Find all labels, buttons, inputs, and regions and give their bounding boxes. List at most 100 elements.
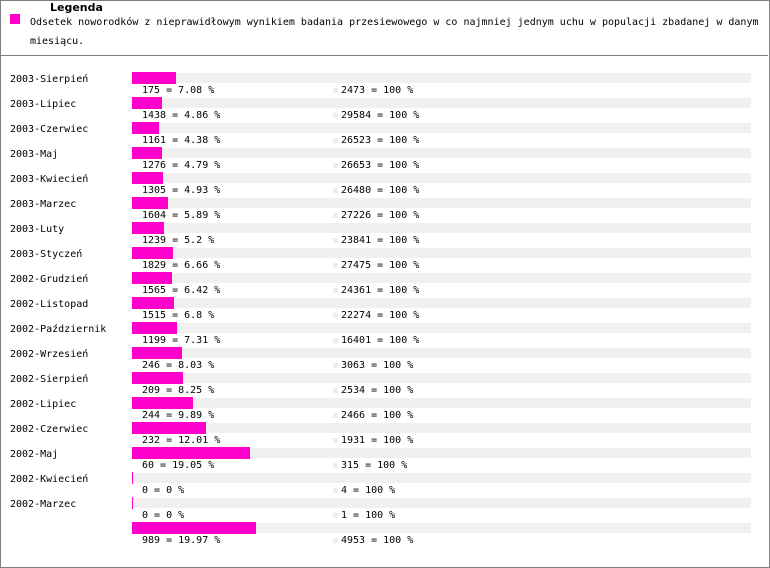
category-label: 2002-Październik bbox=[10, 324, 107, 335]
legend: Legenda Odsetek noworodków z nieprawidło… bbox=[0, 0, 768, 56]
total-label: 26523 = 100 % bbox=[341, 135, 420, 146]
bar bbox=[132, 247, 173, 259]
category-label: 2003-Styczeń bbox=[10, 249, 83, 260]
bar bbox=[132, 447, 250, 459]
bar-track bbox=[132, 98, 751, 108]
data-label: 0 = 0 % bbox=[142, 510, 185, 521]
data-label: 1438 = 4.86 % bbox=[142, 110, 221, 121]
total-marker bbox=[333, 213, 338, 218]
category-label: 2003-Marzec bbox=[10, 199, 77, 210]
data-label: 209 = 8.25 % bbox=[142, 385, 215, 396]
total-marker bbox=[333, 188, 338, 193]
total-label: 27475 = 100 % bbox=[341, 260, 420, 271]
total-label: 24361 = 100 % bbox=[341, 285, 420, 296]
bar-track bbox=[132, 373, 751, 383]
category-label: 2003-Czerwiec bbox=[10, 124, 89, 135]
total-marker bbox=[333, 438, 338, 443]
total-marker bbox=[333, 113, 338, 118]
category-label: 2002-Kwiecień bbox=[10, 474, 89, 485]
total-marker bbox=[333, 263, 338, 268]
total-label: 26653 = 100 % bbox=[341, 160, 420, 171]
bar bbox=[132, 97, 162, 109]
bar bbox=[132, 197, 168, 209]
data-label: 246 = 8.03 % bbox=[142, 360, 215, 371]
data-label: 1276 = 4.79 % bbox=[142, 160, 221, 171]
bar-track bbox=[132, 298, 751, 308]
data-label: 244 = 9.89 % bbox=[142, 410, 215, 421]
legend-text: Odsetek noworodków z nieprawidłowym wyni… bbox=[30, 17, 759, 47]
category-label: 2002-Grudzień bbox=[10, 274, 89, 285]
bar bbox=[132, 322, 177, 334]
category-label: 2003-Lipiec bbox=[10, 99, 77, 110]
bar-track bbox=[132, 73, 751, 83]
category-label: 2003-Maj bbox=[10, 149, 59, 160]
bar-track bbox=[132, 198, 751, 208]
bar-track bbox=[132, 498, 751, 508]
total-label: 2466 = 100 % bbox=[341, 410, 414, 421]
category-label: 2002-Maj bbox=[10, 449, 59, 460]
total-label: 22274 = 100 % bbox=[341, 310, 420, 321]
bar bbox=[132, 297, 174, 309]
bar bbox=[132, 497, 133, 509]
bar bbox=[132, 472, 133, 484]
data-label: 989 = 19.97 % bbox=[142, 535, 221, 546]
category-label: 2003-Sierpień bbox=[10, 74, 89, 85]
data-label: 175 = 7.08 % bbox=[142, 85, 215, 96]
bar bbox=[132, 372, 183, 384]
category-label: 2003-Kwiecień bbox=[10, 174, 89, 185]
total-marker bbox=[333, 538, 338, 543]
total-marker bbox=[333, 388, 338, 393]
total-label: 3063 = 100 % bbox=[341, 360, 414, 371]
bar-track bbox=[132, 348, 751, 358]
data-label: 1161 = 4.38 % bbox=[142, 135, 221, 146]
category-label: 2002-Listopad bbox=[10, 299, 89, 310]
total-marker bbox=[333, 138, 338, 143]
total-marker bbox=[333, 163, 338, 168]
total-label: 29584 = 100 % bbox=[341, 110, 420, 121]
data-label: 1829 = 6.66 % bbox=[142, 260, 221, 271]
data-label: 1305 = 4.93 % bbox=[142, 185, 221, 196]
category-label: 2002-Lipiec bbox=[10, 399, 77, 410]
bar bbox=[132, 347, 182, 359]
bar-track bbox=[132, 248, 751, 258]
total-marker bbox=[333, 88, 338, 93]
total-marker bbox=[333, 313, 338, 318]
total-label: 2473 = 100 % bbox=[341, 85, 414, 96]
bar-track bbox=[132, 323, 751, 333]
total-label: 4 = 100 % bbox=[341, 485, 396, 496]
total-marker bbox=[333, 488, 338, 493]
bar bbox=[132, 122, 159, 134]
bar bbox=[132, 397, 193, 409]
bar bbox=[132, 72, 176, 84]
bar bbox=[132, 147, 162, 159]
total-marker bbox=[333, 288, 338, 293]
data-label: 1565 = 6.42 % bbox=[142, 285, 221, 296]
data-label: 1604 = 5.89 % bbox=[142, 210, 221, 221]
bar bbox=[132, 422, 206, 434]
data-label: 60 = 19.05 % bbox=[142, 460, 215, 471]
total-label: 26480 = 100 % bbox=[341, 185, 420, 196]
legend-swatch bbox=[10, 14, 20, 24]
total-label: 16401 = 100 % bbox=[341, 335, 420, 346]
total-label: 1931 = 100 % bbox=[341, 435, 414, 446]
data-label: 0 = 0 % bbox=[142, 485, 185, 496]
category-label: 2002-Czerwiec bbox=[10, 424, 89, 435]
bar-track bbox=[132, 398, 751, 408]
total-label: 2534 = 100 % bbox=[341, 385, 414, 396]
bar bbox=[132, 272, 172, 284]
total-marker bbox=[333, 413, 338, 418]
bar-track bbox=[132, 223, 751, 233]
total-marker bbox=[333, 338, 338, 343]
bar-track bbox=[132, 123, 751, 133]
bar bbox=[132, 222, 164, 234]
category-label: 2003-Luty bbox=[10, 224, 65, 235]
total-label: 315 = 100 % bbox=[341, 460, 408, 471]
total-label: 23841 = 100 % bbox=[341, 235, 420, 246]
total-marker bbox=[333, 463, 338, 468]
data-label: 1515 = 6.8 % bbox=[142, 310, 215, 321]
category-label: 2002-Wrzesień bbox=[10, 349, 89, 360]
bar-track bbox=[132, 148, 751, 158]
total-marker bbox=[333, 363, 338, 368]
category-label: 2002-Sierpień bbox=[10, 374, 89, 385]
total-label: 1 = 100 % bbox=[341, 510, 396, 521]
